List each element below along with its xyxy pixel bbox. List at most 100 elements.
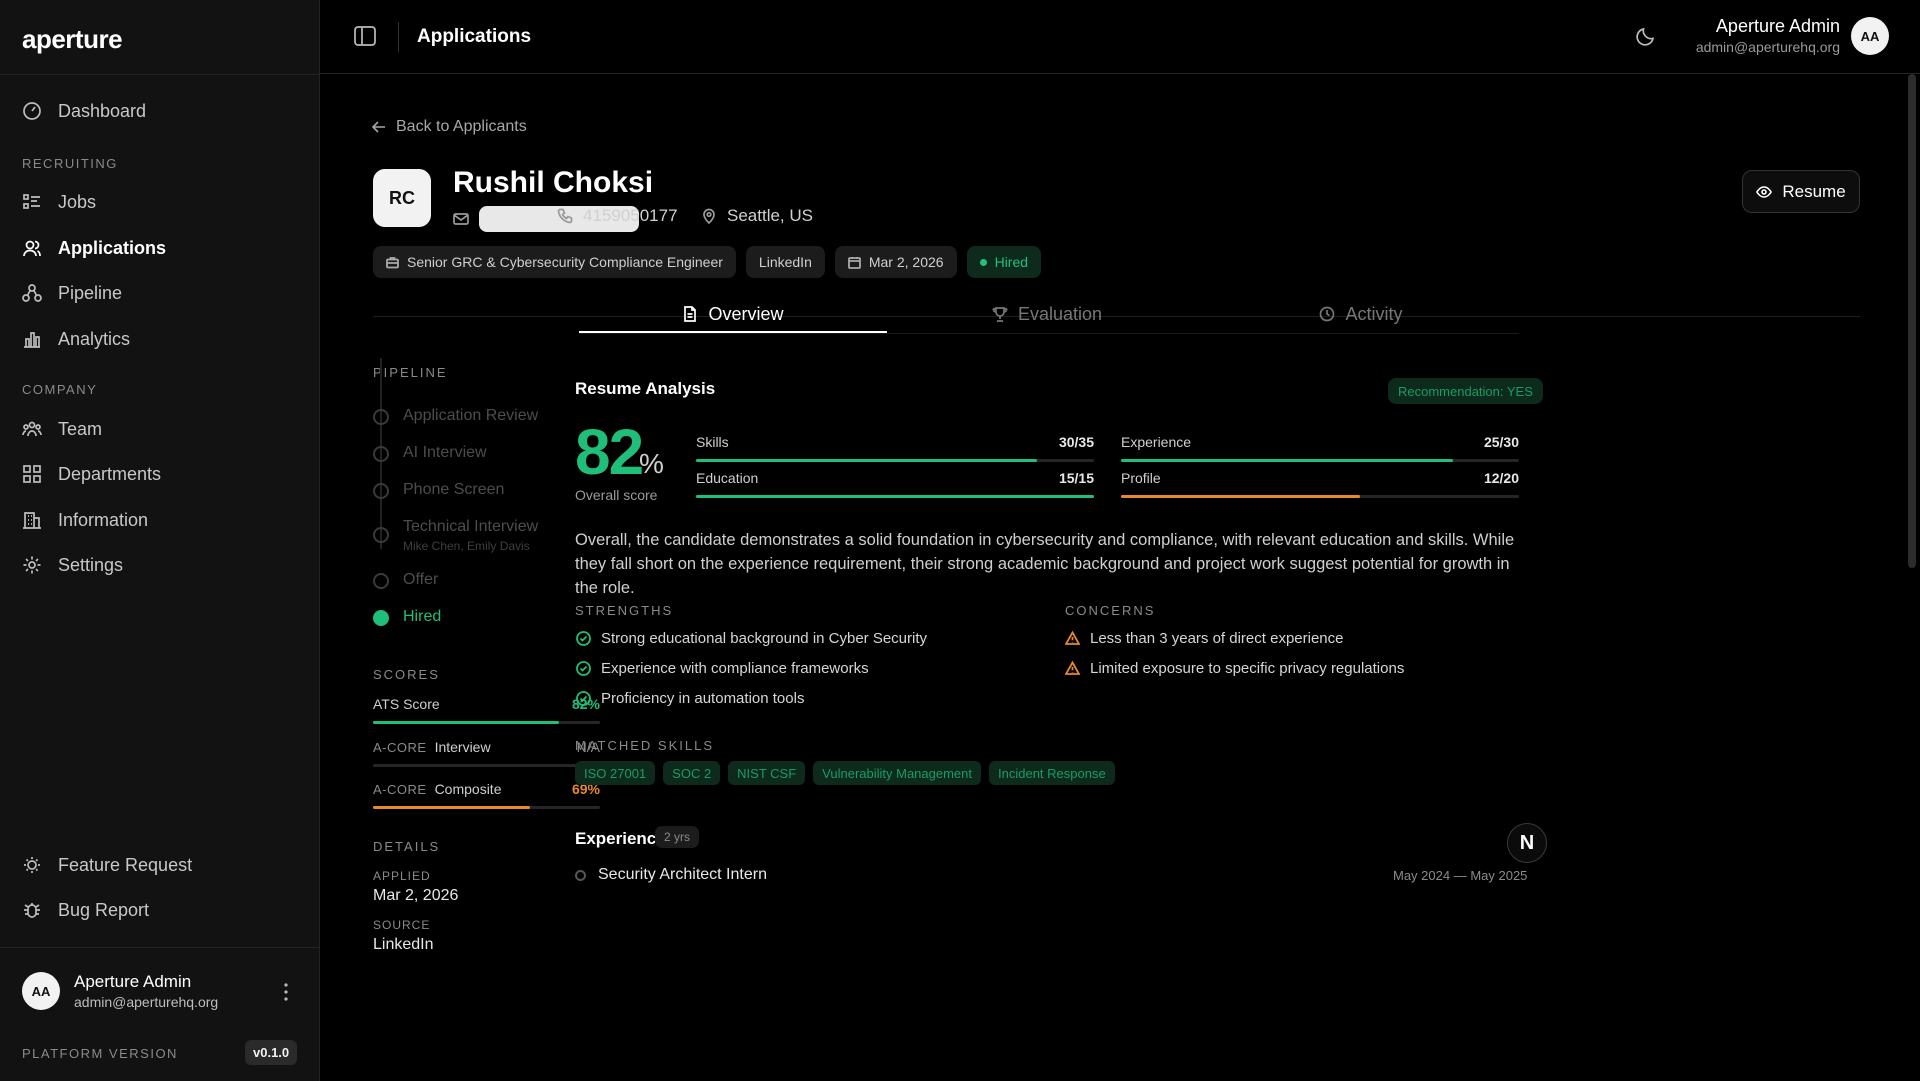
sidebar-item-dashboard[interactable]: Dashboard [22, 96, 146, 126]
tab-activity[interactable]: Activity [1207, 292, 1515, 336]
check-circle-icon [576, 661, 591, 676]
strength-text: Proficiency in automation tools [601, 690, 805, 707]
grid-icon [23, 465, 41, 483]
sidebar: aperture Dashboard RECRUITING Jobs Appli… [0, 0, 320, 1081]
score-prefix: A-CORE [373, 740, 427, 755]
step-label: Application Review [403, 407, 539, 424]
tab-label: Evaluation [1017, 303, 1103, 324]
candidate-chips: Senior GRC & Cybersecurity Compliance En… [373, 246, 1042, 278]
map-pin-icon [703, 208, 715, 224]
scrollbar[interactable] [1908, 74, 1916, 568]
strength-text: Experience with compliance frameworks [601, 660, 869, 677]
applied-key: APPLIED [373, 869, 431, 883]
sidebar-user[interactable]: AA Aperture Admin admin@aperturehq.org [22, 972, 218, 1010]
topbar: Applications Aperture Admin admin@apertu… [320, 0, 1920, 74]
pipeline-step: AI Interview [373, 444, 487, 462]
sidebar-item-label: Bug Report [58, 899, 150, 920]
score-track [373, 764, 600, 767]
sidebar-item-pipeline[interactable]: Pipeline [22, 278, 122, 308]
user-name: Aperture Admin [74, 972, 192, 991]
step-label: AI Interview [403, 444, 487, 461]
step-interviewers: Mike Chen, Emily Davis [403, 539, 530, 553]
experience-item: Security Architect Intern [575, 866, 767, 884]
lightbulb-icon [24, 857, 40, 873]
sidebar-item-departments[interactable]: Departments [22, 459, 161, 489]
scores-label: SCORES [373, 667, 440, 682]
score-track [373, 806, 600, 809]
resume-button[interactable]: Resume [1742, 170, 1860, 213]
assistant-button[interactable]: N [1507, 823, 1547, 863]
concern-text: Less than 3 years of direct experience [1090, 630, 1344, 647]
sidebar-item-label: Feature Request [58, 854, 193, 875]
user-email: admin@aperturehq.org [74, 994, 219, 1010]
matched-skills-label: MATCHED SKILLS [575, 738, 715, 753]
metric-fill [696, 495, 1094, 498]
score-label: Interview [434, 739, 491, 755]
sidebar-item-feature-request[interactable]: Feature Request [22, 850, 192, 880]
score-interview: A-CORE Interview N/A [373, 739, 600, 767]
topbar-user[interactable]: Aperture Admin admin@aperturehq.org [1696, 16, 1840, 55]
phone-icon [557, 208, 573, 224]
metric-education: Education 15/15 [696, 470, 1094, 498]
sidebar-toggle-icon[interactable] [354, 26, 376, 46]
score-track [373, 721, 600, 724]
sidebar-item-team[interactable]: Team [22, 414, 102, 444]
section-title-recruiting: RECRUITING [22, 156, 118, 171]
tab-overview[interactable]: Overview [579, 292, 887, 336]
metric-fill [696, 459, 1038, 462]
metric-fill [1121, 495, 1360, 498]
candidate-avatar: RC [373, 169, 431, 227]
sidebar-item-label: Dashboard [58, 100, 147, 121]
more-vertical-icon[interactable] [280, 982, 292, 1002]
strength-text: Strong educational background in Cyber S… [601, 630, 928, 647]
sidebar-item-applications[interactable]: Applications [22, 233, 166, 263]
sidebar-item-settings[interactable]: Settings [22, 550, 123, 580]
eye-icon [1756, 185, 1773, 198]
sidebar-item-label: Team [58, 418, 103, 439]
score-label: ATS Score [373, 696, 440, 712]
avatar: AA [22, 972, 60, 1010]
pipeline-step: Technical Interview Mike Chen, Emily Davi… [373, 518, 538, 553]
divider [0, 74, 320, 75]
tab-divider [579, 333, 1519, 334]
step-label: Hired [403, 608, 442, 625]
metric-track [1121, 495, 1519, 498]
sidebar-item-information[interactable]: Information [22, 505, 148, 535]
back-to-applicants-link[interactable]: Back to Applicants [372, 118, 527, 136]
warning-icon [1065, 631, 1080, 645]
metric-experience: Experience 25/30 [1121, 434, 1519, 462]
source-label: LinkedIn [758, 254, 812, 270]
source-value: LinkedIn [373, 936, 434, 953]
tab-label: Activity [1345, 303, 1403, 324]
tab-evaluation[interactable]: Evaluation [893, 292, 1201, 336]
sidebar-item-bug-report[interactable]: Bug Report [22, 895, 149, 925]
strength-item: Strong educational background in Cyber S… [576, 630, 927, 647]
building-icon [23, 512, 41, 529]
status-label: Hired [994, 254, 1029, 270]
sidebar-item-label: Applications [58, 237, 167, 258]
location-value: Seattle, US [727, 206, 813, 225]
moon-icon[interactable] [1635, 25, 1657, 47]
step-indicator [373, 446, 389, 462]
step-label: Technical Interview [403, 518, 539, 535]
back-label: Back to Applicants [396, 118, 527, 135]
strength-item: Experience with compliance frameworks [576, 660, 869, 677]
section-title-company: COMPANY [22, 382, 98, 397]
score-fill [373, 806, 530, 809]
avatar[interactable]: AA [1851, 17, 1889, 55]
job-dates: May 2024 — May 2025 [1393, 868, 1528, 883]
strength-item: Proficiency in automation tools [576, 690, 804, 707]
check-circle-icon [576, 691, 591, 706]
bug-icon [24, 903, 40, 918]
sidebar-item-analytics[interactable]: Analytics [22, 324, 130, 354]
sidebar-item-jobs[interactable]: Jobs [22, 187, 96, 217]
app-logo[interactable]: aperture [22, 24, 123, 55]
concern-item: Less than 3 years of direct experience [1065, 630, 1343, 647]
user-email: admin@aperturehq.org [1695, 39, 1840, 55]
step-indicator [373, 483, 389, 499]
metric-value: 12/20 [1483, 470, 1519, 486]
warning-icon [1065, 661, 1080, 675]
metric-value: 30/35 [1058, 434, 1094, 450]
trophy-icon [992, 307, 1008, 322]
divider [398, 22, 399, 52]
